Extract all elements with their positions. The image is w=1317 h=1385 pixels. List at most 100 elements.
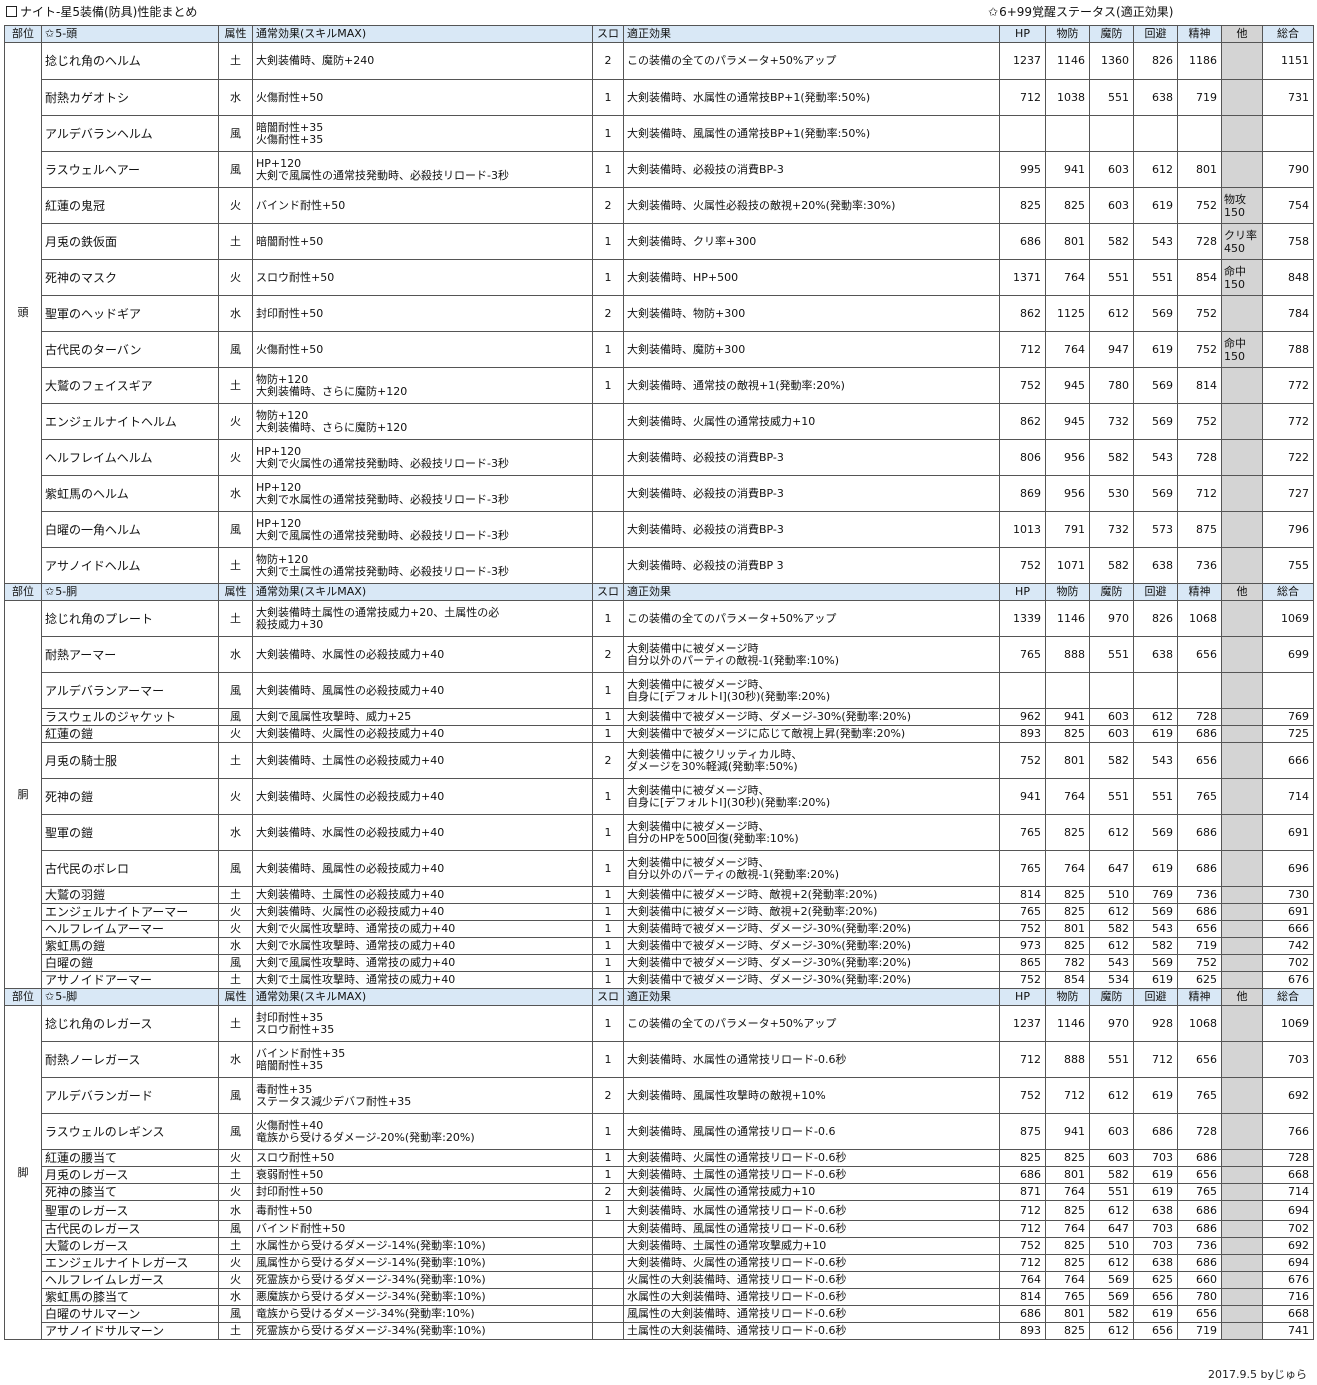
stat-hp xyxy=(999,672,1046,709)
item-slot xyxy=(592,1271,624,1289)
item-other-stat xyxy=(1221,920,1263,938)
header-part: 部位 xyxy=(4,583,42,601)
item-other-stat xyxy=(1221,814,1263,851)
header-mind: 精神 xyxy=(1177,988,1222,1006)
text-line: 大剣で風属性の通常技発動時、必殺技リロード-3秒 xyxy=(256,528,509,542)
equipment-row: 紫虹馬の鎧水大剣で水属性攻撃時、通常技の威力+40 1 大剣装備中で被ダメージ時、ダ… xyxy=(5,937,1314,955)
stat-eva: 569 xyxy=(1133,954,1178,972)
stat-hp: 686 xyxy=(999,1305,1046,1323)
header-mdef: 魔防 xyxy=(1089,988,1134,1006)
item-name: エンジェルナイトレガース xyxy=(41,1254,219,1272)
item-fit-effect: 大剣装備中に被ダメージ時、 自分以外のパーティの敵視-1(発動率:20%) xyxy=(623,850,1000,887)
equipment-row: エンジェルナイトレガース火風属性から受けるダメージ-14%(発動率:10%) 大剣… xyxy=(5,1254,1314,1272)
stat-total xyxy=(1262,672,1314,709)
item-name: 死神の鎧 xyxy=(41,778,219,815)
stat-pdef: 1125 xyxy=(1045,295,1090,332)
item-slot: 1 xyxy=(592,954,624,972)
stat-total: 702 xyxy=(1262,1220,1314,1238)
item-fit-effect: 大剣装備時、火属性の通常技リロード-0.6秒 xyxy=(623,1149,1000,1167)
stat-hp: 869 xyxy=(999,475,1046,512)
text-line: 封印耐性+50 xyxy=(256,306,324,320)
header-part: 部位 xyxy=(4,25,42,43)
item-attribute: 風 xyxy=(218,1077,253,1114)
stat-hp: 1237 xyxy=(999,1005,1046,1042)
item-attribute: 風 xyxy=(218,672,253,709)
stat-mdef: 612 xyxy=(1089,295,1134,332)
header-attr: 属性 xyxy=(218,988,253,1006)
stat-eva: 703 xyxy=(1133,1220,1178,1238)
text-line: 大剣装備時、風属性の通常技リロード-0.6 xyxy=(627,1124,836,1138)
stat-mind: 752 xyxy=(1177,954,1222,972)
star-icon: ✩ xyxy=(45,585,55,598)
item-name: 死神のマスク xyxy=(41,259,219,296)
item-name: 古代民のレガース xyxy=(41,1220,219,1238)
item-other-stat xyxy=(1221,1005,1263,1042)
item-attribute: 水 xyxy=(218,636,253,673)
stat-hp: 752 xyxy=(999,1077,1046,1114)
text-line: 大剣で火属性攻撃時、通常技の威力+40 xyxy=(256,922,456,935)
stat-pdef: 956 xyxy=(1045,475,1090,512)
stat-hp: 865 xyxy=(999,954,1046,972)
item-attribute: 水 xyxy=(218,1288,253,1306)
text-line: 封印耐性+50 xyxy=(256,1185,324,1198)
item-name: アルデバランガード xyxy=(41,1077,219,1114)
stat-mdef: 603 xyxy=(1089,1113,1134,1150)
stat-pdef: 825 xyxy=(1045,1200,1090,1221)
header-section-title: ✩5-胴 xyxy=(41,583,219,601)
stat-mdef: 603 xyxy=(1089,708,1134,726)
item-attribute: 水 xyxy=(218,295,253,332)
stat-total: 696 xyxy=(1262,850,1314,887)
stat-hp: 875 xyxy=(999,1113,1046,1150)
item-attribute: 土 xyxy=(218,600,253,637)
item-attribute: 土 xyxy=(218,886,253,904)
equipment-row: 耐熱カゲオトシ水火傷耐性+50 1 大剣装備時、水属性の通常技BP+1(発動率:50… xyxy=(5,79,1314,116)
stat-pdef: 825 xyxy=(1045,187,1090,224)
item-other-stat xyxy=(1221,1254,1263,1272)
stat-mind: 736 xyxy=(1177,886,1222,904)
item-attribute: 土 xyxy=(218,42,253,80)
item-fit-effect: 大剣装備中で被ダメージ時、ダメージ-30%(発動率:20%) xyxy=(623,708,1000,726)
item-normal-effect: 大剣で土属性攻撃時、通常技の威力+40 xyxy=(252,971,593,989)
equipment-row: ラスウェルのジャケット風大剣で風属性攻撃時、威力+25 1 大剣装備中で被ダメージ時… xyxy=(5,708,1314,726)
stat-pdef: 764 xyxy=(1045,259,1090,296)
footer-credit: 2017.9.5 byじゅら xyxy=(1208,1368,1307,1381)
stat-mind: 814 xyxy=(1177,367,1222,404)
stat-eva: 569 xyxy=(1133,403,1178,440)
section-title-text: 5-脚 xyxy=(55,990,78,1003)
stat-mdef: 603 xyxy=(1089,725,1134,743)
stat-mdef xyxy=(1089,672,1134,709)
stat-eva: 569 xyxy=(1133,367,1178,404)
header-mind: 精神 xyxy=(1177,583,1222,601)
text-line: 大剣装備時、必殺技の消費BP-3 xyxy=(627,486,784,500)
equipment-row: エンジェルナイトヘルム火物防+120 大剣装備時、さらに魔防+120 大剣装備時、火… xyxy=(5,403,1314,440)
item-fit-effect: 大剣装備時、必殺技の消費BP 3 xyxy=(623,547,1000,584)
item-fit-effect: 大剣装備時、土属性の通常攻撃威力+10 xyxy=(623,1237,1000,1255)
stat-pdef: 712 xyxy=(1045,1077,1090,1114)
item-slot: 2 xyxy=(592,742,624,779)
equipment-row: 頭捻じれ角のヘルム土大剣装備時、魔防+240 2 この装備の全てのパラメータ+50%… xyxy=(4,42,1314,584)
item-normal-effect: 大剣装備時、土属性の必殺技威力+40 xyxy=(252,886,593,904)
text-line: 大剣で土属性攻撃時、通常技の威力+40 xyxy=(256,973,456,986)
stat-mind xyxy=(1177,115,1222,152)
stat-pdef: 782 xyxy=(1045,954,1090,972)
stat-hp: 752 xyxy=(999,920,1046,938)
stat-eva: 638 xyxy=(1133,1254,1178,1272)
equipment-row: 大鷲のレガース土水属性から受けるダメージ-14%(発動率:10%) 大剣装備時、土… xyxy=(5,1237,1314,1255)
stat-pdef: 825 xyxy=(1045,937,1090,955)
stat-pdef: 1146 xyxy=(1045,42,1090,80)
item-slot: 1 xyxy=(592,903,624,921)
stat-pdef: 791 xyxy=(1045,511,1090,548)
equipment-row: アサノイドヘルム土物防+120 大剣で土属性の通常技発動時、必殺技リロード-3秒大… xyxy=(5,547,1314,584)
item-fit-effect: 大剣装備時、風属性の通常技BP+1(発動率:50%) xyxy=(623,115,1000,152)
stat-mdef: 569 xyxy=(1089,1271,1134,1289)
text-line: この装備の全てのパラメータ+50%アップ xyxy=(627,1016,837,1030)
text-line: 大剣装備時、土属性の必殺技威力+40 xyxy=(256,888,445,901)
stat-pdef xyxy=(1045,672,1090,709)
equipment-row: 月兎のレガース土衰弱耐性+50 1 大剣装備時、土属性の通常技リロード-0.6秒 68… xyxy=(5,1166,1314,1184)
stats-caption: ✩6+99覚醒ステータス(適正効果) xyxy=(988,4,1173,20)
stat-total: 694 xyxy=(1262,1254,1314,1272)
item-normal-effect: スロウ耐性+50 xyxy=(252,1149,593,1167)
equipment-table: 部位 ✩5-頭 属性 通常効果(スキルMAX) スロ 適正効果 HP 物防 魔防 回避 精神他総合頭… xyxy=(4,25,1314,1340)
stat-pdef: 764 xyxy=(1045,331,1090,368)
item-attribute: 土 xyxy=(218,1322,253,1340)
